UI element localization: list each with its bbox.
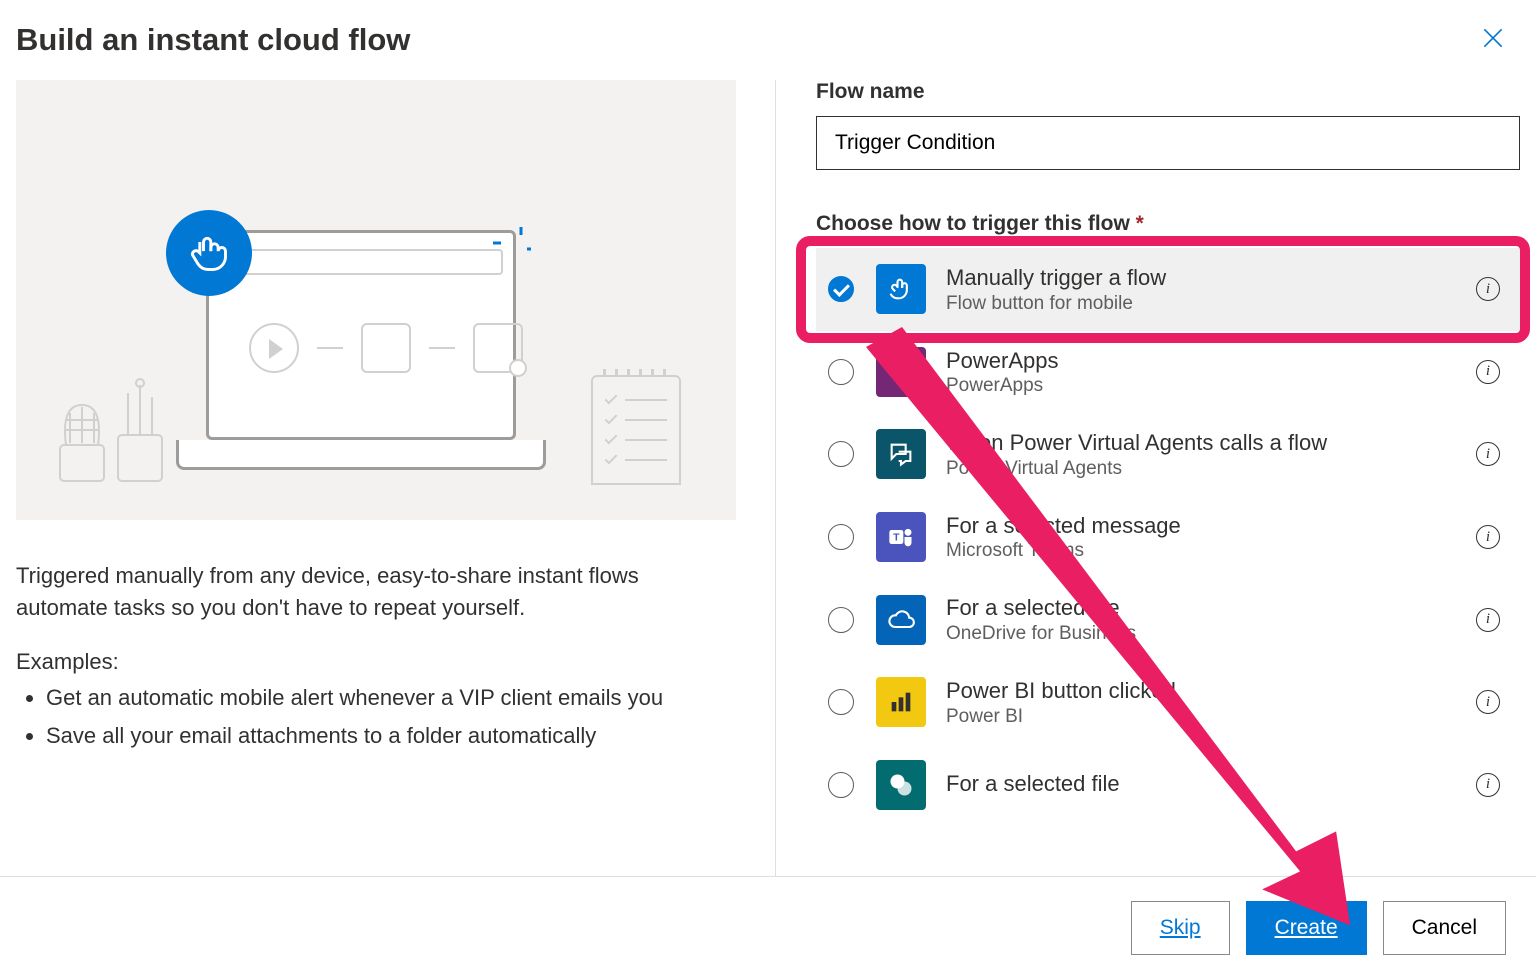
radio-icon[interactable] (828, 276, 854, 302)
trigger-item[interactable]: When Power Virtual Agents calls a flowPo… (816, 413, 1520, 496)
trigger-item[interactable]: For a selected fileOneDrive for Business… (816, 578, 1520, 661)
intro-text: Triggered manually from any device, easy… (16, 560, 735, 624)
radio-icon[interactable] (828, 607, 854, 633)
flow-name-label: Flow name (816, 80, 1520, 104)
touch-icon (166, 210, 252, 296)
info-icon[interactable]: i (1476, 442, 1500, 466)
example-item: Get an automatic mobile alert whenever a… (46, 682, 735, 714)
trigger-item[interactable]: T For a selected messageMicrosoft Teamsi (816, 496, 1520, 579)
examples-list: Get an automatic mobile alert whenever a… (16, 682, 735, 752)
description-block: Triggered manually from any device, easy… (16, 560, 735, 751)
flow-illustration (16, 80, 736, 520)
create-button[interactable]: Create (1246, 901, 1367, 955)
connector-icon (876, 347, 926, 397)
trigger-title: When Power Virtual Agents calls a flow (946, 429, 1476, 458)
trigger-subtitle: Power Virtual Agents (946, 458, 1476, 480)
connector-icon (876, 760, 926, 810)
trigger-item[interactable]: Power BI button clickedPower BIi (816, 661, 1520, 744)
trigger-title: Power BI button clicked (946, 677, 1476, 706)
close-icon[interactable] (1476, 20, 1510, 60)
trigger-subtitle: Flow button for mobile (946, 293, 1476, 315)
examples-heading: Examples: (16, 646, 735, 678)
info-icon[interactable]: i (1476, 773, 1500, 797)
trigger-label: Choose how to trigger this flow * (816, 212, 1520, 236)
info-icon[interactable]: i (1476, 360, 1500, 384)
trigger-subtitle: Microsoft Teams (946, 540, 1476, 562)
radio-icon[interactable] (828, 359, 854, 385)
skip-button[interactable]: Skip (1131, 901, 1230, 955)
flow-name-input[interactable] (816, 116, 1520, 170)
trigger-item[interactable]: PowerAppsPowerAppsi (816, 331, 1520, 414)
radio-icon[interactable] (828, 689, 854, 715)
cancel-button[interactable]: Cancel (1383, 901, 1506, 955)
radio-icon[interactable] (828, 441, 854, 467)
radio-icon[interactable] (828, 772, 854, 798)
connector-icon (876, 595, 926, 645)
instant-flow-dialog: Build an instant cloud flow (0, 0, 1536, 979)
trigger-title: Manually trigger a flow (946, 264, 1476, 293)
trigger-title: For a selected message (946, 512, 1476, 541)
info-icon[interactable]: i (1476, 608, 1500, 632)
trigger-title: For a selected file (946, 770, 1476, 799)
connector-icon: T (876, 512, 926, 562)
dialog-header: Build an instant cloud flow (0, 0, 1536, 70)
connector-icon (876, 677, 926, 727)
info-icon[interactable]: i (1476, 525, 1500, 549)
right-column: Flow name Choose how to trigger this flo… (776, 80, 1520, 876)
dialog-footer: Skip Create Cancel (0, 876, 1536, 979)
trigger-title: PowerApps (946, 347, 1476, 376)
info-icon[interactable]: i (1476, 277, 1500, 301)
trigger-subtitle: PowerApps (946, 375, 1476, 397)
trigger-item[interactable]: Manually trigger a flowFlow button for m… (816, 248, 1520, 331)
trigger-item[interactable]: For a selected filei (816, 744, 1520, 826)
dialog-title: Build an instant cloud flow (16, 22, 410, 58)
svg-text:T: T (893, 532, 900, 544)
left-column: Triggered manually from any device, easy… (16, 80, 776, 876)
example-item: Save all your email attachments to a fol… (46, 720, 735, 752)
radio-icon[interactable] (828, 524, 854, 550)
info-icon[interactable]: i (1476, 690, 1500, 714)
trigger-subtitle: OneDrive for Business (946, 623, 1476, 645)
connector-icon (876, 264, 926, 314)
trigger-subtitle: Power BI (946, 706, 1476, 728)
trigger-list: Manually trigger a flowFlow button for m… (816, 248, 1520, 876)
connector-icon (876, 429, 926, 479)
trigger-title: For a selected file (946, 594, 1476, 623)
